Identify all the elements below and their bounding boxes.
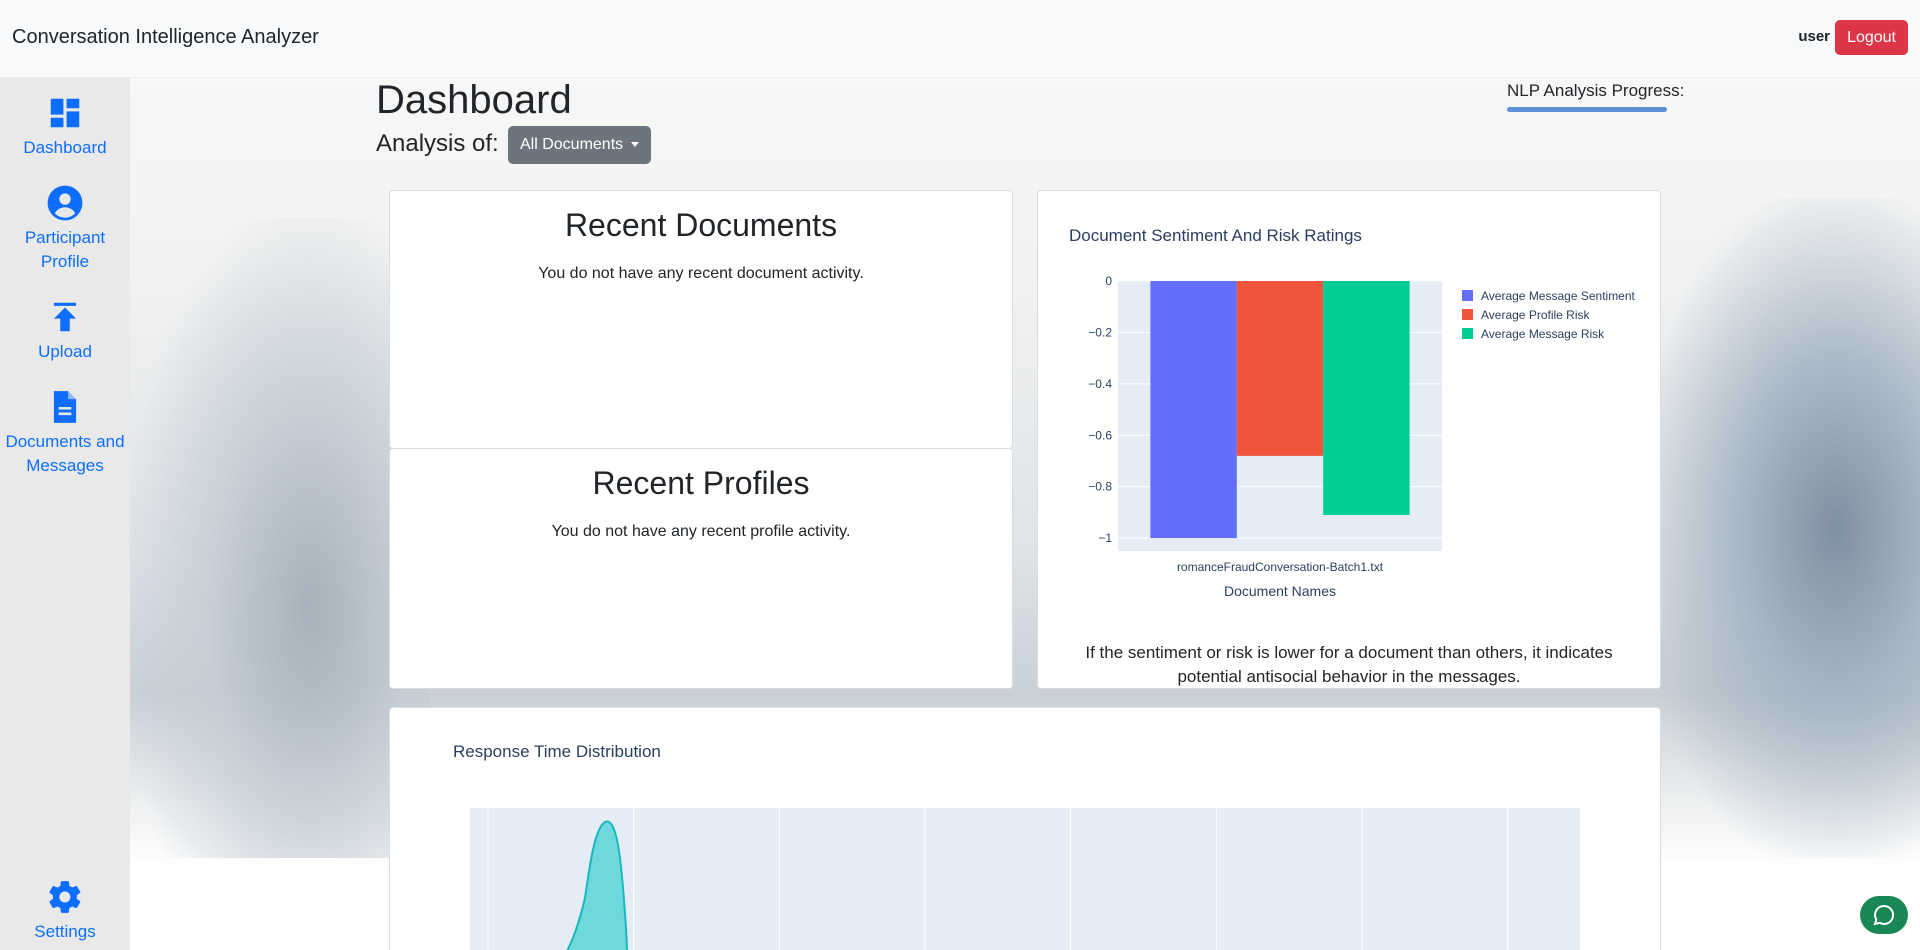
y-tick-label: 0	[1105, 274, 1112, 288]
logout-button[interactable]: Logout	[1835, 20, 1908, 55]
upload-icon	[53, 302, 77, 332]
y-tick-label: −1	[1098, 531, 1112, 545]
chat-bubble-icon	[1873, 904, 1895, 926]
document-select-dropdown[interactable]: All Documents	[508, 126, 652, 164]
sidebar-item-label: Dashboard	[23, 138, 107, 157]
person-icon	[47, 185, 83, 221]
document-select-value: All Documents	[520, 136, 624, 153]
gear-icon	[49, 881, 81, 913]
sentiment-chart-note: If the sentiment or risk is lower for a …	[1085, 643, 1613, 686]
progress-bar-fill	[1507, 107, 1667, 112]
bar	[1236, 281, 1324, 456]
legend-swatch	[1462, 328, 1473, 339]
top-navbar: Conversation Intelligence Analyzer user …	[0, 0, 1920, 78]
sentiment-bar-chart: 0 −0.2 −0.4 −0.6 −0.8 −1 romanceFraudConversat…	[1088, 274, 1636, 599]
x-axis-title: Document Names	[1224, 583, 1336, 599]
recent-documents-message: You do not have any recent document acti…	[538, 265, 864, 282]
background-circuit-left	[130, 218, 430, 858]
response-time-area-chart	[470, 808, 1580, 950]
legend-swatch	[1462, 290, 1473, 301]
y-tick-label: −0.4	[1088, 377, 1112, 391]
bar	[1323, 281, 1410, 515]
dashboard-icon	[50, 98, 80, 128]
document-icon	[53, 391, 77, 423]
x-tick-label: romanceFraudConversation-Batch1.txt	[1177, 560, 1384, 574]
analysis-label: Analysis of:	[376, 130, 499, 157]
legend-label: Average Message Risk	[1481, 327, 1605, 341]
progress-bar	[1507, 107, 1667, 112]
caret-down-icon	[631, 142, 640, 148]
chat-button[interactable]	[1860, 896, 1908, 934]
recent-profiles-card: Recent Profiles You do not have any rece…	[389, 448, 1013, 689]
bar	[1150, 281, 1237, 539]
sentiment-chart-title: Document Sentiment And Risk Ratings	[1069, 226, 1362, 245]
sidebar-item-label: Documents and Messages	[5, 432, 125, 475]
progress-label: NLP Analysis Progress:	[1507, 81, 1685, 100]
y-tick-label: −0.8	[1088, 480, 1112, 494]
username-label: user	[1798, 28, 1830, 45]
sidebar-item-settings[interactable]: Settings	[0, 878, 130, 944]
response-time-card: Response Time Distribution	[389, 707, 1661, 950]
sidebar-item-upload[interactable]: Upload	[0, 298, 130, 364]
recent-profiles-title: Recent Profiles	[592, 465, 810, 501]
recent-documents-title: Recent Documents	[564, 207, 838, 243]
sidebar: Dashboard Participant Profile Upload Doc…	[0, 78, 130, 950]
legend-swatch	[1462, 309, 1473, 320]
sidebar-item-participant-profile[interactable]: Participant Profile	[0, 184, 130, 274]
sidebar-item-label: Upload	[38, 342, 92, 361]
y-tick-label: −0.6	[1088, 428, 1112, 442]
plot-area	[470, 808, 1580, 950]
legend-label: Average Profile Risk	[1481, 308, 1590, 322]
recent-documents-card: Recent Documents You do not have any rec…	[389, 190, 1013, 449]
recent-profiles-message: You do not have any recent profile activ…	[551, 523, 851, 540]
app-title[interactable]: Conversation Intelligence Analyzer	[12, 26, 319, 49]
sidebar-item-documents-and-messages[interactable]: Documents and Messages	[0, 388, 130, 478]
page-title: Dashboard	[376, 78, 572, 122]
sidebar-item-dashboard[interactable]: Dashboard	[0, 94, 130, 160]
y-tick-label: −0.2	[1088, 325, 1112, 339]
sentiment-chart-card: Document Sentiment And Risk Ratings 0 −0.…	[1037, 190, 1661, 689]
background-circuit-right	[1640, 198, 1920, 858]
response-time-chart-title: Response Time Distribution	[453, 742, 661, 761]
sidebar-item-label: Participant Profile	[24, 228, 106, 271]
legend-label: Average Message Sentiment	[1481, 289, 1636, 303]
sidebar-item-label: Settings	[34, 922, 96, 941]
